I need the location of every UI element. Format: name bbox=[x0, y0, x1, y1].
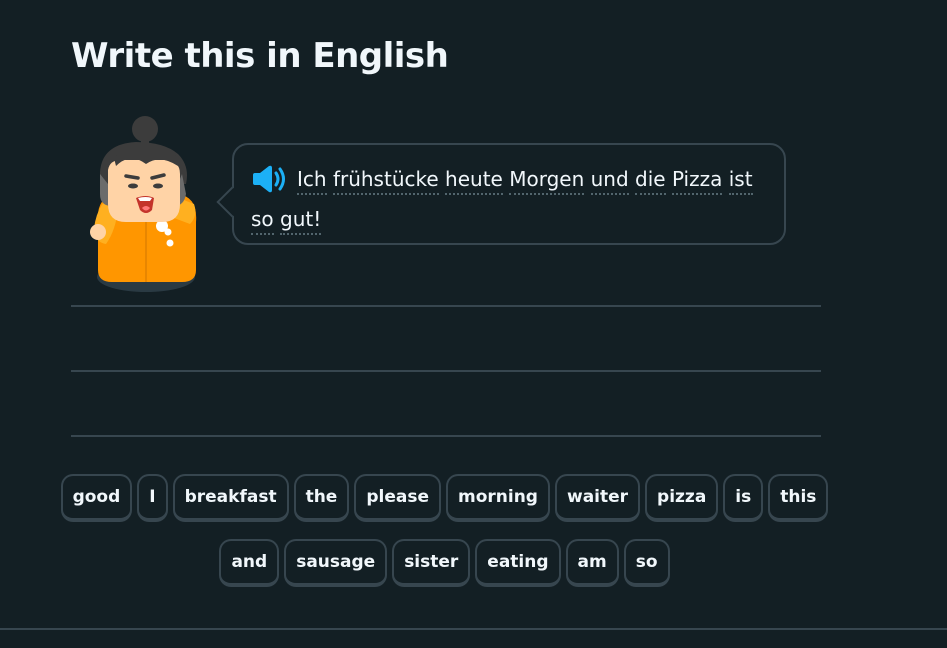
prompt-word[interactable]: gut! bbox=[280, 207, 322, 235]
word-chip[interactable]: eating bbox=[475, 539, 561, 587]
word-chip[interactable]: breakfast bbox=[172, 474, 289, 522]
prompt-word[interactable]: frühstücke bbox=[332, 167, 439, 195]
prompt-word[interactable]: die bbox=[635, 167, 666, 195]
word-chip[interactable]: is bbox=[723, 474, 764, 522]
word-chip[interactable]: please bbox=[354, 474, 441, 522]
speech-bubble: Ich frühstücke heute Morgen und die Pizz… bbox=[216, 143, 786, 245]
prompt-word[interactable]: ist bbox=[728, 167, 753, 195]
prompt-word[interactable]: so bbox=[251, 207, 274, 235]
page-title: Write this in English bbox=[71, 36, 449, 76]
word-chip[interactable]: so bbox=[623, 539, 670, 587]
word-chip[interactable]: this bbox=[768, 474, 829, 522]
answer-line bbox=[71, 370, 821, 372]
prompt-word[interactable]: Ich bbox=[297, 167, 327, 195]
word-chip[interactable]: the bbox=[293, 474, 350, 522]
word-chip[interactable]: pizza bbox=[645, 474, 719, 522]
prompt-word[interactable]: Pizza bbox=[671, 167, 723, 195]
word-chip[interactable]: and bbox=[219, 539, 280, 587]
word-chip[interactable]: morning bbox=[446, 474, 550, 522]
speech-bubble-tail bbox=[216, 186, 248, 218]
footer-divider bbox=[0, 628, 947, 630]
answer-line bbox=[71, 305, 821, 307]
speaker-icon[interactable] bbox=[251, 165, 287, 193]
word-chip[interactable]: good bbox=[60, 474, 133, 522]
character-avatar bbox=[90, 116, 197, 292]
word-chip[interactable]: am bbox=[565, 539, 619, 587]
word-chip[interactable]: waiter bbox=[554, 474, 641, 522]
word-bank-row: and sausage sister eating am so bbox=[0, 539, 889, 587]
word-chip[interactable]: I bbox=[137, 474, 168, 522]
word-chip[interactable]: sausage bbox=[284, 539, 388, 587]
prompt-word[interactable]: heute bbox=[445, 167, 503, 195]
prompt-word[interactable]: und bbox=[590, 167, 629, 195]
word-chip[interactable]: sister bbox=[392, 539, 471, 587]
prompt-word[interactable]: Morgen bbox=[509, 167, 585, 195]
prompt-sentence: Ich frühstücke heute Morgen und die Pizz… bbox=[251, 159, 766, 239]
answer-line bbox=[71, 435, 821, 437]
word-bank-row: good I breakfast the please morning wait… bbox=[0, 474, 889, 522]
